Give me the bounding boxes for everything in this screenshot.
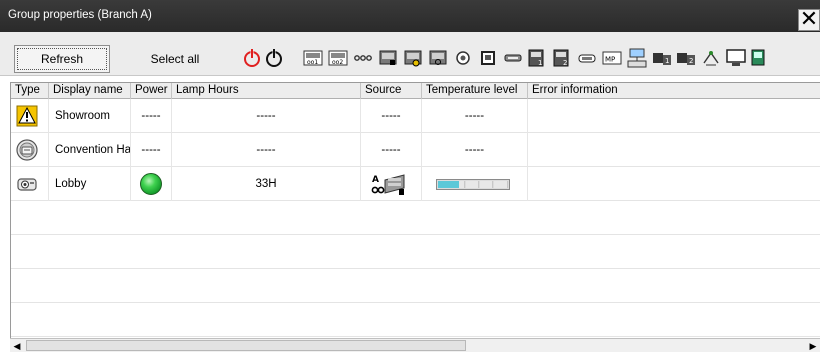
projector-list: Type Display name Power Lamp Hours Source Tem… xyxy=(10,82,820,338)
input-2-icon[interactable]: 2 xyxy=(675,47,697,69)
source-hdmi1-icon[interactable]: 1 xyxy=(526,47,548,69)
column-header-display-name[interactable]: Display name xyxy=(49,83,131,99)
source-a-computer-icon: A xyxy=(371,174,405,195)
more-icon[interactable] xyxy=(750,47,772,69)
svg-text:2: 2 xyxy=(689,57,693,65)
source-s-video-icon[interactable] xyxy=(427,47,449,69)
display-name-cell: Convention Ha xyxy=(49,133,131,167)
svg-text:oo1: oo1 xyxy=(307,59,318,66)
type-cell xyxy=(11,167,49,201)
svg-text:2: 2 xyxy=(563,59,567,67)
title-bar: Group properties (Branch A) ✕ xyxy=(0,0,820,32)
network-display-icon[interactable] xyxy=(626,47,648,69)
source-cell: ----- xyxy=(361,133,422,167)
type-cell xyxy=(11,99,49,133)
source-mp-icon[interactable]: MP xyxy=(601,47,623,69)
empty-row xyxy=(11,269,820,303)
type-cell xyxy=(11,133,49,167)
source-displayport-icon[interactable] xyxy=(576,47,598,69)
close-button[interactable]: ✕ xyxy=(798,9,820,31)
power-cell: ----- xyxy=(131,99,172,133)
power-on-icon[interactable] xyxy=(241,47,263,69)
svg-text:1: 1 xyxy=(538,59,542,67)
table-row[interactable]: Lobby 33H A xyxy=(11,167,820,201)
lamp-hours-cell: ----- xyxy=(172,99,361,133)
empty-row xyxy=(11,201,820,235)
scroll-right-arrow[interactable]: ▶ xyxy=(806,340,820,352)
error-cell xyxy=(528,133,820,167)
wireless-icon[interactable] xyxy=(700,47,722,69)
table-row[interactable]: Convention Ha ----- ----- ----- ----- xyxy=(11,133,820,167)
power-cell xyxy=(131,167,172,201)
scroll-left-arrow[interactable]: ◀ xyxy=(10,340,24,352)
display-name-cell: Showroom xyxy=(49,99,131,133)
av-mute-1-icon[interactable]: oo1 xyxy=(302,47,324,69)
lamp-hours-cell: 33H xyxy=(172,167,361,201)
column-header-error-information[interactable]: Error information xyxy=(528,83,820,99)
input-1-icon[interactable]: 1 xyxy=(651,47,673,69)
column-header-source[interactable]: Source xyxy=(361,83,422,99)
temperature-cell: ----- xyxy=(422,99,528,133)
source-cell: ----- xyxy=(361,99,422,133)
refresh-button[interactable]: Refresh xyxy=(14,45,110,73)
monitor-icon[interactable] xyxy=(725,47,747,69)
source-hdmi2-icon[interactable]: 2 xyxy=(551,47,573,69)
svg-text:1: 1 xyxy=(665,57,669,65)
temperature-cell: ----- xyxy=(422,133,528,167)
temperature-cell xyxy=(422,167,528,201)
svg-text:oo2: oo2 xyxy=(332,59,343,66)
window-title: Group properties (Branch A) xyxy=(8,9,152,21)
source-network-icon[interactable] xyxy=(477,47,499,69)
warning-projector-icon xyxy=(16,105,38,127)
projector-round-icon xyxy=(16,139,38,161)
column-header-power[interactable]: Power xyxy=(131,83,172,99)
display-name-cell: Lobby xyxy=(49,167,131,201)
power-off-icon[interactable] xyxy=(263,47,285,69)
source-cell: A xyxy=(361,167,422,201)
empty-row xyxy=(11,235,820,269)
source-usb-icon[interactable] xyxy=(502,47,524,69)
av-mute-2-icon[interactable]: oo2 xyxy=(327,47,349,69)
error-cell xyxy=(528,167,820,201)
lamp-hours-cell: ----- xyxy=(172,133,361,167)
column-header-temperature-level[interactable]: Temperature level xyxy=(422,83,528,99)
freeze-icon[interactable] xyxy=(352,47,374,69)
table-row[interactable]: Showroom ----- ----- ----- ----- xyxy=(11,99,820,133)
column-header-type[interactable]: Type xyxy=(11,83,49,99)
horizontal-scrollbar[interactable]: ◀ ▶ xyxy=(10,338,820,352)
power-cell: ----- xyxy=(131,133,172,167)
empty-row xyxy=(11,303,820,337)
projector-icon xyxy=(17,178,37,191)
column-header-lamp-hours[interactable]: Lamp Hours xyxy=(172,83,361,99)
error-cell xyxy=(528,99,820,133)
temperature-level-bar xyxy=(436,179,510,190)
temperature-level-fill xyxy=(438,181,459,188)
power-on-status-icon xyxy=(140,173,162,195)
source-video-icon[interactable] xyxy=(402,47,424,69)
column-header-row: Type Display name Power Lamp Hours Source Tem… xyxy=(11,83,820,99)
scroll-thumb[interactable] xyxy=(26,340,466,351)
source-component-icon[interactable] xyxy=(452,47,474,69)
svg-text:MP: MP xyxy=(605,56,615,64)
toolbar: Refresh Select all oo1 oo2 1 2 MP 1 2 xyxy=(0,32,820,76)
svg-text:A: A xyxy=(372,175,379,185)
source-computer-icon[interactable] xyxy=(377,47,399,69)
select-all-button[interactable]: Select all xyxy=(120,45,230,73)
